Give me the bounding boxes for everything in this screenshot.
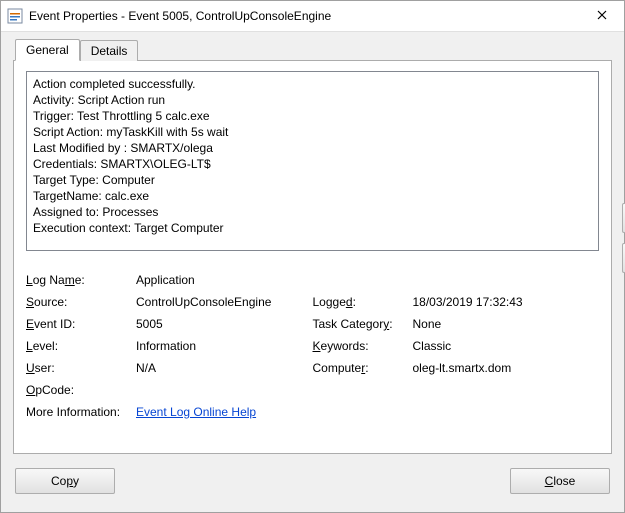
value-keywords: Classic [413,335,600,357]
window-close-button[interactable] [579,1,624,31]
close-button[interactable]: Close [510,468,610,494]
tab-general[interactable]: General [15,39,80,61]
label-user: User: [26,357,136,379]
description-wrap: Action completed successfully. Activity:… [26,71,599,251]
value-level: Information [136,335,313,357]
label-source: Source: [26,291,136,313]
window-title: Event Properties - Event 5005, ControlUp… [29,9,579,23]
label-logged: Logged: [313,291,413,313]
dialog-footer: Copy Close [13,460,612,502]
value-task-category: None [413,313,600,335]
value-logged: 18/03/2019 17:32:43 [413,291,600,313]
copy-button[interactable]: Copy [15,468,115,494]
tabstrip: General Details [13,38,612,60]
button-label: Copy [51,474,79,488]
label-keywords: Keywords: [313,335,413,357]
tab-panel-general: Action completed successfully. Activity:… [13,60,612,454]
label-log-name: Log Name: [26,269,136,291]
label-event-id: Event ID: [26,313,136,335]
label-opcode: OpCode: [26,379,136,401]
label-level: Level: [26,335,136,357]
label-more-info: More Information: [26,401,136,423]
event-properties-window: Event Properties - Event 5005, ControlUp… [0,0,625,513]
app-icon [7,8,23,24]
event-log-online-help-link[interactable]: Event Log Online Help [136,405,256,419]
titlebar: Event Properties - Event 5005, ControlUp… [1,1,624,32]
button-label: Close [545,474,576,488]
event-description[interactable]: Action completed successfully. Activity:… [26,71,599,251]
value-computer: oleg-lt.smartx.dom [413,357,600,379]
client-area: General Details Action completed success… [1,32,624,512]
value-opcode [136,379,599,401]
value-more-info: Event Log Online Help [136,401,599,423]
tab-label: Details [91,44,128,58]
close-icon [597,9,607,23]
label-computer: Computer: [313,357,413,379]
value-source: ControlUpConsoleEngine [136,291,313,313]
label-task-category: Task Category: [313,313,413,335]
value-user: N/A [136,357,313,379]
tab-label: General [26,43,69,57]
properties-grid: Log Name: Application Source: ControlUpC… [26,269,599,423]
value-event-id: 5005 [136,313,313,335]
tab-details[interactable]: Details [80,40,139,61]
value-log-name: Application [136,269,599,291]
